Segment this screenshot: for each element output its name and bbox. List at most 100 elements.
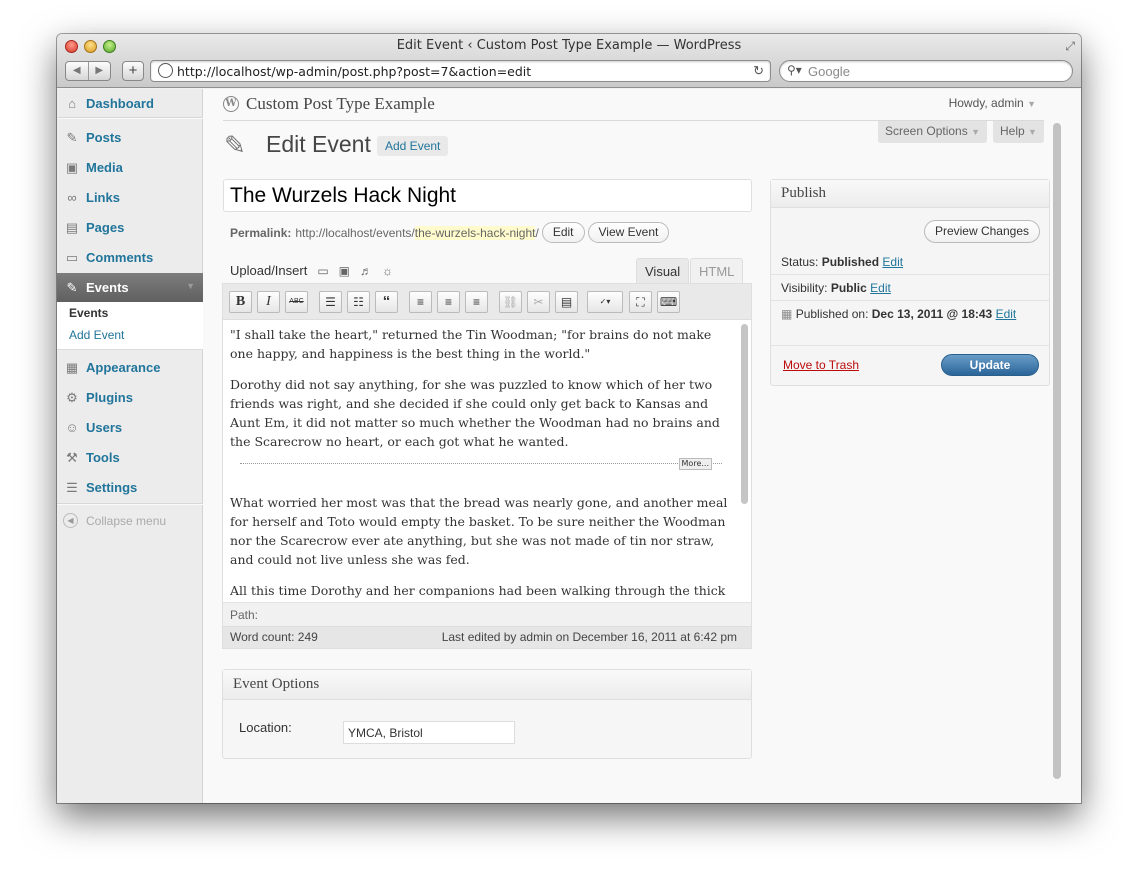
sidebar-item-posts[interactable]: ✎ Posts <box>57 123 203 152</box>
browser-titlebar: Edit Event ‹ Custom Post Type Example — … <box>57 34 1081 88</box>
align-left-button[interactable]: ≡ <box>409 291 432 313</box>
sidebar-item-label: Settings <box>86 480 138 495</box>
add-audio-icon[interactable]: ♬ <box>360 264 372 278</box>
collapse-menu-button[interactable]: ◀ Collapse menu <box>63 513 166 528</box>
sidebar-item-tools[interactable]: ⚒ Tools <box>57 443 203 472</box>
sidebar-item-pages[interactable]: ▤ Pages <box>57 213 203 242</box>
insert-link-icon[interactable]: ⛓ <box>499 291 522 313</box>
align-right-button[interactable]: ≡ <box>465 291 488 313</box>
submenu-item-add-event[interactable]: Add Event <box>69 328 124 342</box>
content-paragraph: Dorothy did not say anything, for she wa… <box>230 377 720 449</box>
sidebar-item-label: Pages <box>86 220 125 235</box>
site-title[interactable]: Custom Post Type Example <box>246 94 435 114</box>
kitchen-sink-button[interactable]: ⌨ <box>657 291 680 313</box>
reload-icon[interactable]: ↻ <box>753 63 764 79</box>
help-button[interactable]: Help ▼ <box>993 121 1044 143</box>
screen-options-button[interactable]: Screen Options ▼ <box>878 121 987 143</box>
spellcheck-button[interactable]: ✓▾ <box>587 291 623 313</box>
edit-date-link[interactable]: Edit <box>996 307 1017 321</box>
location-input[interactable] <box>343 721 515 744</box>
sidebar-item-users[interactable]: ☺ Users <box>57 413 203 442</box>
forward-button[interactable]: ▶ <box>87 62 111 80</box>
edit-permalink-button[interactable]: Edit <box>541 222 585 243</box>
sidebar-item-media[interactable]: ▣ Media <box>57 153 203 182</box>
sidebar-item-appearance[interactable]: ▦ Appearance <box>57 353 203 382</box>
preview-changes-button[interactable]: Preview Changes <box>923 220 1040 243</box>
sidebar-item-events[interactable]: ✎ Events ▼ <box>57 273 217 302</box>
globe-icon <box>158 63 173 78</box>
new-tab-button[interactable]: + <box>122 61 144 81</box>
edit-visibility-link[interactable]: Edit <box>870 281 891 295</box>
address-bar[interactable]: http://localhost/wp-admin/post.php?post=… <box>150 60 771 82</box>
submenu-item-events[interactable]: Events <box>69 306 108 320</box>
back-button[interactable]: ◀ <box>66 62 88 80</box>
window-title: Edit Event ‹ Custom Post Type Example — … <box>396 38 742 53</box>
move-to-trash-link[interactable]: Move to Trash <box>783 358 859 372</box>
sidebar-item-comments[interactable]: ▭ Comments <box>57 243 203 272</box>
upload-insert-label: Upload/Insert <box>230 263 308 278</box>
edit-status-link[interactable]: Edit <box>882 255 903 269</box>
pin-icon: ✎ <box>66 129 78 145</box>
menu-separator <box>57 503 203 505</box>
page-scrollbar[interactable] <box>1053 123 1061 779</box>
publish-box: Publish Preview Changes Status: Publishe… <box>770 179 1050 386</box>
view-event-button[interactable]: View Event <box>587 222 670 243</box>
strikethrough-button[interactable]: ABC <box>285 291 308 313</box>
chevron-down-icon[interactable]: ▼ <box>186 281 195 291</box>
published-value: Dec 13, 2011 @ 18:43 <box>871 307 993 321</box>
tab-html[interactable]: HTML <box>690 258 744 284</box>
add-image-icon[interactable]: ▭ <box>317 264 328 278</box>
help-label: Help <box>1000 124 1025 138</box>
add-media-icon[interactable]: ☼ <box>382 264 393 278</box>
sidebar-item-label: Plugins <box>86 390 133 405</box>
published-label: Published on: <box>795 307 869 321</box>
sidebar-item-dashboard[interactable]: ⌂ Dashboard <box>57 89 203 118</box>
bullet-list-button[interactable]: ☰ <box>319 291 342 313</box>
bold-button[interactable]: B <box>229 291 252 313</box>
editor-scrollbar[interactable] <box>741 324 748 504</box>
published-on-row: ▦ Published on: Dec 13, 2011 @ 18:43 Edi… <box>781 307 1016 321</box>
sidebar-item-label: Links <box>86 190 120 205</box>
search-field[interactable]: ⚲▾ Google <box>779 60 1073 82</box>
blockquote-button[interactable]: “ <box>375 291 398 313</box>
site-header: W Custom Post Type Example <box>223 94 435 114</box>
user-greeting[interactable]: Howdy, admin ▼ <box>949 96 1036 110</box>
numbered-list-button[interactable]: ☷ <box>347 291 370 313</box>
pin-icon: ✎ <box>224 130 246 160</box>
unlink-icon[interactable]: ✂ <box>527 291 550 313</box>
sidebar-item-links[interactable]: ∞ Links <box>57 183 203 212</box>
more-tag-divider: More... <box>240 458 722 475</box>
italic-button[interactable]: I <box>257 291 280 313</box>
add-event-button[interactable]: Add Event <box>377 136 449 156</box>
insert-more-button[interactable]: ▤ <box>555 291 578 313</box>
permalink-label: Permalink: <box>230 225 292 240</box>
publish-title[interactable]: Publish <box>771 180 1049 208</box>
permalink-slug[interactable]: the-wurzels-hack-night <box>414 225 536 240</box>
permalink-row: Permalink: http://localhost/events/the-w… <box>230 222 670 243</box>
content-paragraph: All this time Dorothy and her companions… <box>230 583 726 598</box>
location-label: Location: <box>239 720 292 735</box>
visibility-value: Public <box>830 281 867 295</box>
editor-path-row: Path: <box>223 602 751 626</box>
align-center-button[interactable]: ≡ <box>437 291 460 313</box>
fullscreen-icon[interactable]: ⛶ <box>629 291 652 313</box>
search-placeholder: Google <box>808 64 850 79</box>
fullscreen-icon[interactable]: ⤢ <box>1065 39 1075 54</box>
sidebar-item-label: Posts <box>86 130 122 145</box>
chevron-down-icon: ▼ <box>971 127 980 137</box>
page-content: ⌂ Dashboard ✎ Posts ▣ Media ∞ Links ▤ Pa… <box>57 89 1081 803</box>
post-title-input[interactable] <box>223 179 752 212</box>
add-video-icon[interactable]: ▣ <box>339 264 350 278</box>
tab-visual[interactable]: Visual <box>636 258 690 284</box>
editor-content[interactable]: "I shall take the heart," returned the T… <box>223 320 739 602</box>
sidebar-item-settings[interactable]: ☰ Settings <box>57 473 203 502</box>
status-value: Published <box>821 255 880 269</box>
sidebar-item-plugins[interactable]: ⚙ Plugins <box>57 383 203 412</box>
publish-divider <box>771 300 1049 301</box>
sidebar-item-label: Tools <box>86 450 120 465</box>
collapse-arrow-icon: ◀ <box>63 513 78 528</box>
update-button[interactable]: Update <box>941 354 1039 376</box>
publish-divider <box>771 274 1049 275</box>
events-submenu: Events Add Event <box>57 302 203 350</box>
event-options-title[interactable]: Event Options <box>223 670 751 700</box>
